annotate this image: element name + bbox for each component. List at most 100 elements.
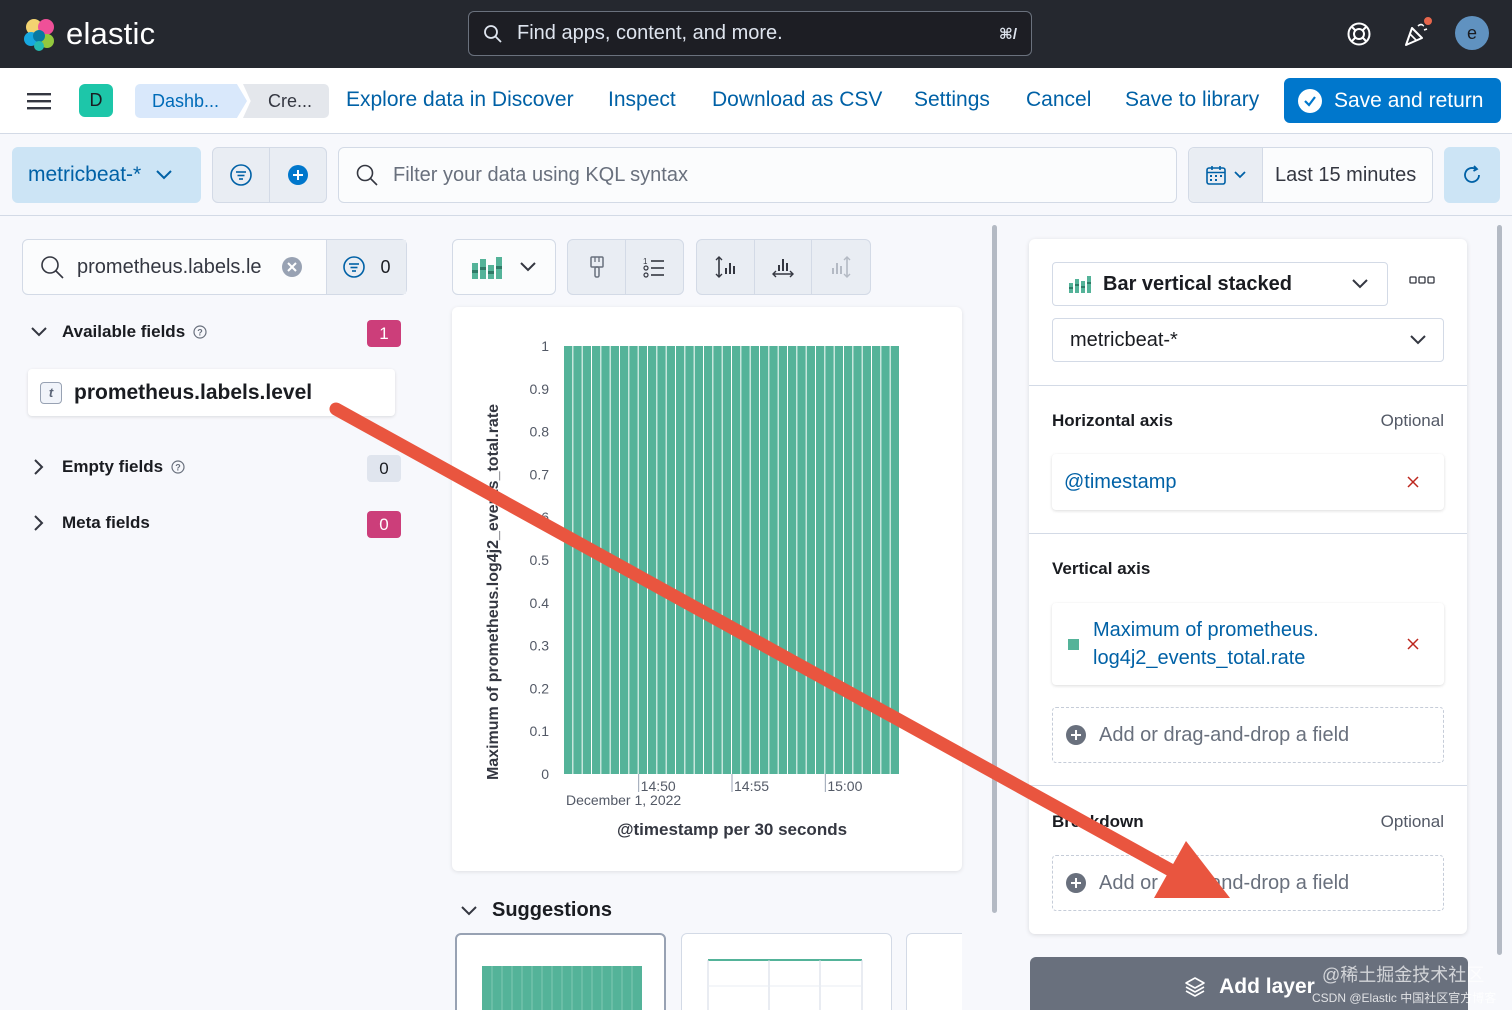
divider: [1029, 385, 1467, 386]
bar[interactable]: [629, 346, 638, 774]
meta-fields-count: 0: [367, 511, 401, 538]
right-axis-icon: [832, 256, 851, 278]
list-icon: 1: [643, 257, 664, 278]
field-item-prometheus-labels-level[interactable]: t prometheus.labels.level: [28, 369, 395, 416]
layer-data-view-select[interactable]: metricbeat-*: [1052, 318, 1444, 362]
bar[interactable]: [834, 346, 843, 774]
vertical-axis-add-field[interactable]: Add or drag-and-drop a field: [1052, 707, 1444, 763]
bar[interactable]: [573, 346, 582, 774]
bar[interactable]: [788, 346, 797, 774]
refresh-button[interactable]: [1444, 147, 1500, 203]
bottom-axis-button[interactable]: [754, 240, 811, 294]
bar[interactable]: [601, 346, 610, 774]
bar[interactable]: [872, 346, 881, 774]
bar[interactable]: [666, 346, 675, 774]
left-axis-button[interactable]: [697, 240, 754, 294]
bar[interactable]: [564, 346, 573, 774]
calendar-icon: [1205, 166, 1226, 185]
bar[interactable]: [797, 346, 806, 774]
help-button[interactable]: [1343, 18, 1375, 50]
meta-fields-toggle[interactable]: Meta fields: [30, 513, 150, 533]
bar[interactable]: [881, 346, 890, 774]
quick-select-button[interactable]: [1189, 148, 1263, 202]
layer-chart-type-select[interactable]: Bar vertical stacked: [1052, 262, 1388, 306]
remove-dimension-icon[interactable]: [1407, 638, 1419, 650]
global-search[interactable]: Find apps, content, and more. ⌘/: [468, 11, 1032, 56]
add-filter-button[interactable]: [269, 148, 326, 202]
bar[interactable]: [862, 346, 871, 774]
visual-options-button[interactable]: [568, 240, 625, 294]
chart-type-switcher[interactable]: [452, 239, 556, 295]
field-type-filter-button[interactable]: 0: [326, 240, 406, 294]
data-view-picker[interactable]: metricbeat-*: [12, 147, 201, 203]
bar[interactable]: [778, 346, 787, 774]
layers-icon: [1185, 977, 1205, 997]
bar[interactable]: [694, 346, 703, 774]
suggestion-card-table[interactable]: [681, 933, 892, 1010]
bar[interactable]: [676, 346, 685, 774]
help-icon[interactable]: ?: [171, 460, 185, 474]
horizontal-axis-dimension[interactable]: @timestamp: [1052, 454, 1444, 510]
cancel-link[interactable]: Cancel: [1026, 88, 1091, 112]
bar[interactable]: [769, 346, 778, 774]
kql-query-input[interactable]: Filter your data using KQL syntax: [338, 147, 1177, 203]
elastic-logo-icon: [24, 19, 54, 51]
settings-link[interactable]: Settings: [914, 88, 990, 112]
empty-fields-toggle[interactable]: Empty fields ?: [30, 457, 185, 477]
breadcrumb-dashboard[interactable]: Dashb...: [135, 84, 247, 118]
bar[interactable]: [760, 346, 769, 774]
suggestion-thumbnail-table: [707, 959, 863, 1010]
remove-dimension-icon[interactable]: [1407, 476, 1419, 488]
bar[interactable]: [685, 346, 694, 774]
panel-scrollbar[interactable]: [1497, 225, 1502, 955]
bar[interactable]: [806, 346, 815, 774]
available-fields-toggle[interactable]: Available fields ?: [30, 322, 207, 342]
clear-icon[interactable]: [281, 256, 303, 278]
vertical-axis-dimension[interactable]: Maximum of prometheus. log4j2_events_tot…: [1052, 603, 1444, 685]
bar[interactable]: [825, 346, 834, 774]
bar-chart[interactable]: 00.10.20.30.40.50.60.70.80.91 14:50 14:55…: [452, 307, 962, 871]
save-and-return-button[interactable]: Save and return: [1284, 78, 1501, 123]
breakdown-add-field[interactable]: Add or drag-and-drop a field: [1052, 855, 1444, 911]
bar[interactable]: [750, 346, 759, 774]
bar[interactable]: [816, 346, 825, 774]
bar[interactable]: [844, 346, 853, 774]
bar[interactable]: [648, 346, 657, 774]
save-to-library-link[interactable]: Save to library: [1125, 88, 1259, 112]
bar[interactable]: [890, 346, 899, 774]
suggestion-card-more[interactable]: [906, 933, 962, 1010]
suggestions-toggle[interactable]: Suggestions: [460, 899, 612, 922]
chevron-down-icon: [31, 327, 47, 337]
svg-text:?: ?: [197, 328, 203, 338]
bar[interactable]: [638, 346, 647, 774]
bar[interactable]: [722, 346, 731, 774]
download-csv-link[interactable]: Download as CSV: [712, 88, 882, 112]
explore-discover-link[interactable]: Explore data in Discover: [346, 88, 574, 112]
menu-toggle-button[interactable]: [24, 88, 54, 114]
elastic-logo[interactable]: elastic: [22, 14, 155, 54]
user-avatar[interactable]: e: [1455, 16, 1489, 50]
legend-options-button[interactable]: 1: [625, 240, 682, 294]
bar[interactable]: [741, 346, 750, 774]
bar[interactable]: [657, 346, 666, 774]
workspace-resize-handle[interactable]: [992, 225, 997, 913]
bar[interactable]: [704, 346, 713, 774]
bar[interactable]: [582, 346, 591, 774]
date-picker[interactable]: Last 15 minutes: [1188, 147, 1433, 203]
filter-menu-button[interactable]: [213, 148, 269, 202]
space-avatar[interactable]: D: [79, 84, 113, 117]
bar[interactable]: [853, 346, 862, 774]
bar[interactable]: [732, 346, 741, 774]
layer-actions-icon[interactable]: [1409, 275, 1435, 285]
field-search-input[interactable]: prometheus.labels.le 0: [22, 239, 407, 295]
bar[interactable]: [610, 346, 619, 774]
series-color-swatch: [1068, 638, 1079, 650]
help-icon[interactable]: ?: [193, 325, 207, 339]
y-tick-label: 0: [541, 766, 549, 782]
bar[interactable]: [713, 346, 722, 774]
suggestion-card-bar[interactable]: [455, 933, 666, 1010]
bar[interactable]: [592, 346, 601, 774]
inspect-link[interactable]: Inspect: [608, 88, 676, 112]
chevron-right-icon: [34, 515, 44, 531]
bar[interactable]: [620, 346, 629, 774]
